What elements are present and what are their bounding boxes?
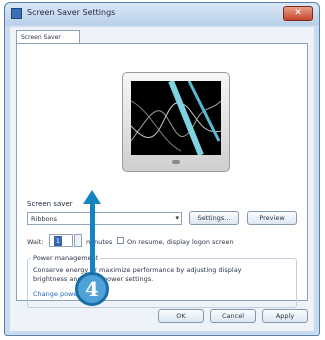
wait-minutes-value: 1 xyxy=(54,236,62,246)
window-title: Screen Saver Settings xyxy=(27,8,116,17)
tab-panel: Screen saver Ribbons ▾ Settings... Previ… xyxy=(16,43,308,308)
wait-minutes-input[interactable]: 1 xyxy=(49,234,73,247)
step-number-badge: 4 xyxy=(75,272,109,306)
cancel-button[interactable]: Cancel xyxy=(210,309,256,323)
apply-button[interactable]: Apply xyxy=(262,309,308,323)
screen-saver-select[interactable]: Ribbons ▾ xyxy=(27,212,182,225)
wait-spinner-arrows[interactable] xyxy=(74,234,82,247)
screen-saver-selected: Ribbons xyxy=(31,215,58,223)
power-led xyxy=(172,160,180,164)
screen-saver-settings-window: Screen Saver Settings ✕ Screen Saver Scr… xyxy=(4,2,320,336)
resume-logon-checkbox[interactable] xyxy=(117,237,124,244)
dialog-body: Screen Saver Screen saver Ribbons ▾ Sett… xyxy=(10,27,314,331)
chevron-down-icon: ▾ xyxy=(175,214,179,222)
ribbons-preview-graphic xyxy=(130,79,222,157)
preview-screen xyxy=(130,79,222,157)
close-button[interactable]: ✕ xyxy=(283,6,313,21)
callout-arrow-head xyxy=(83,190,101,204)
preview-monitor xyxy=(122,72,230,172)
tab-screen-saver[interactable]: Screen Saver xyxy=(16,30,80,44)
callout-arrow-shaft xyxy=(90,202,95,274)
resume-logon-label: On resume, display logon screen xyxy=(127,238,234,246)
settings-button[interactable]: Settings... xyxy=(189,211,239,225)
app-icon xyxy=(11,8,22,19)
screen-saver-label: Screen saver xyxy=(27,200,73,208)
power-management-description: Conserve energy or maximize performance … xyxy=(33,266,242,283)
wait-label: Wait: xyxy=(27,238,44,246)
title-bar: Screen Saver Settings ✕ xyxy=(5,3,319,25)
preview-button[interactable]: Preview xyxy=(247,211,297,225)
ok-button[interactable]: OK xyxy=(158,309,204,323)
